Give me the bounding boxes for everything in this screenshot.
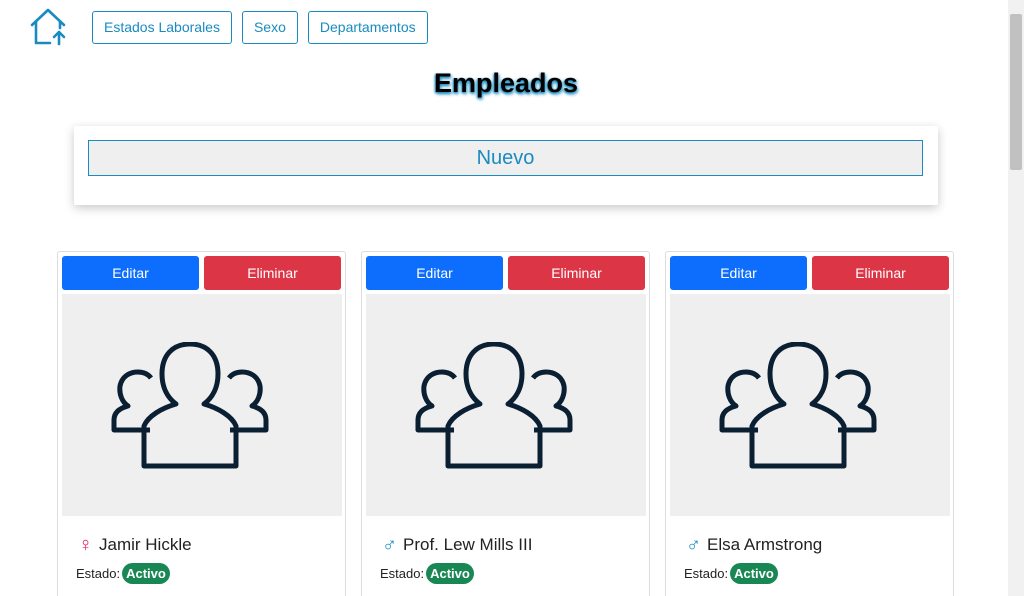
status-badge: Activo — [730, 563, 778, 584]
edit-button[interactable]: Editar — [670, 256, 807, 290]
female-icon: ♀ — [78, 534, 93, 556]
user-group-icon — [415, 342, 573, 469]
status-label: Estado: — [76, 566, 121, 581]
employee-photo — [670, 294, 950, 516]
male-icon: ♂ — [686, 534, 701, 556]
employee-name-row: ♀ Jamir Hickle — [78, 535, 192, 555]
card-actions: Editar Eliminar — [366, 256, 646, 291]
employee-name: Jamir Hickle — [99, 535, 192, 554]
status-label: Estado: — [380, 566, 425, 581]
new-employee-panel: Nuevo — [74, 126, 938, 205]
user-group-icon — [719, 342, 877, 469]
employee-status-row: Estado: Activo — [380, 563, 474, 584]
delete-button[interactable]: Eliminar — [204, 256, 341, 290]
male-icon: ♂ — [382, 534, 397, 556]
employee-photo — [62, 294, 342, 516]
home-icon[interactable] — [28, 6, 70, 48]
edit-button[interactable]: Editar — [366, 256, 503, 290]
scrollbar-thumb[interactable] — [1010, 14, 1022, 170]
employee-name: Prof. Lew Mills III — [403, 535, 533, 554]
employee-status-row: Estado: Activo — [76, 563, 170, 584]
employee-card: Editar Eliminar ♂ Elsa Armstrong Estado:… — [665, 251, 954, 596]
page-title: Empleados — [433, 68, 579, 98]
employee-photo — [366, 294, 646, 516]
user-group-icon — [111, 342, 269, 469]
new-employee-button[interactable]: Nuevo — [88, 140, 923, 176]
status-badge: Activo — [426, 563, 474, 584]
employee-status-row: Estado: Activo — [684, 563, 778, 584]
top-nav: Estados Laborales Sexo Departamentos — [28, 6, 438, 48]
employee-name: Elsa Armstrong — [707, 535, 823, 554]
employee-name-row: ♂ Elsa Armstrong — [686, 535, 822, 555]
delete-button[interactable]: Eliminar — [812, 256, 949, 290]
status-label: Estado: — [684, 566, 729, 581]
employee-card: Editar Eliminar ♂ Prof. Lew Mills III Es… — [361, 251, 650, 596]
nav-sexo-button[interactable]: Sexo — [241, 10, 298, 44]
edit-button[interactable]: Editar — [62, 256, 199, 290]
nav-estados-laborales-button[interactable]: Estados Laborales — [92, 10, 232, 44]
employee-card: Editar Eliminar ♀ Jamir Hickle Estado: A… — [57, 251, 346, 596]
status-badge: Activo — [122, 563, 170, 584]
nav-departamentos-button[interactable]: Departamentos — [307, 10, 428, 44]
card-actions: Editar Eliminar — [670, 256, 950, 291]
employee-name-row: ♂ Prof. Lew Mills III — [382, 535, 532, 555]
card-actions: Editar Eliminar — [62, 256, 342, 291]
delete-button[interactable]: Eliminar — [508, 256, 645, 290]
vertical-scrollbar[interactable] — [1008, 0, 1024, 596]
